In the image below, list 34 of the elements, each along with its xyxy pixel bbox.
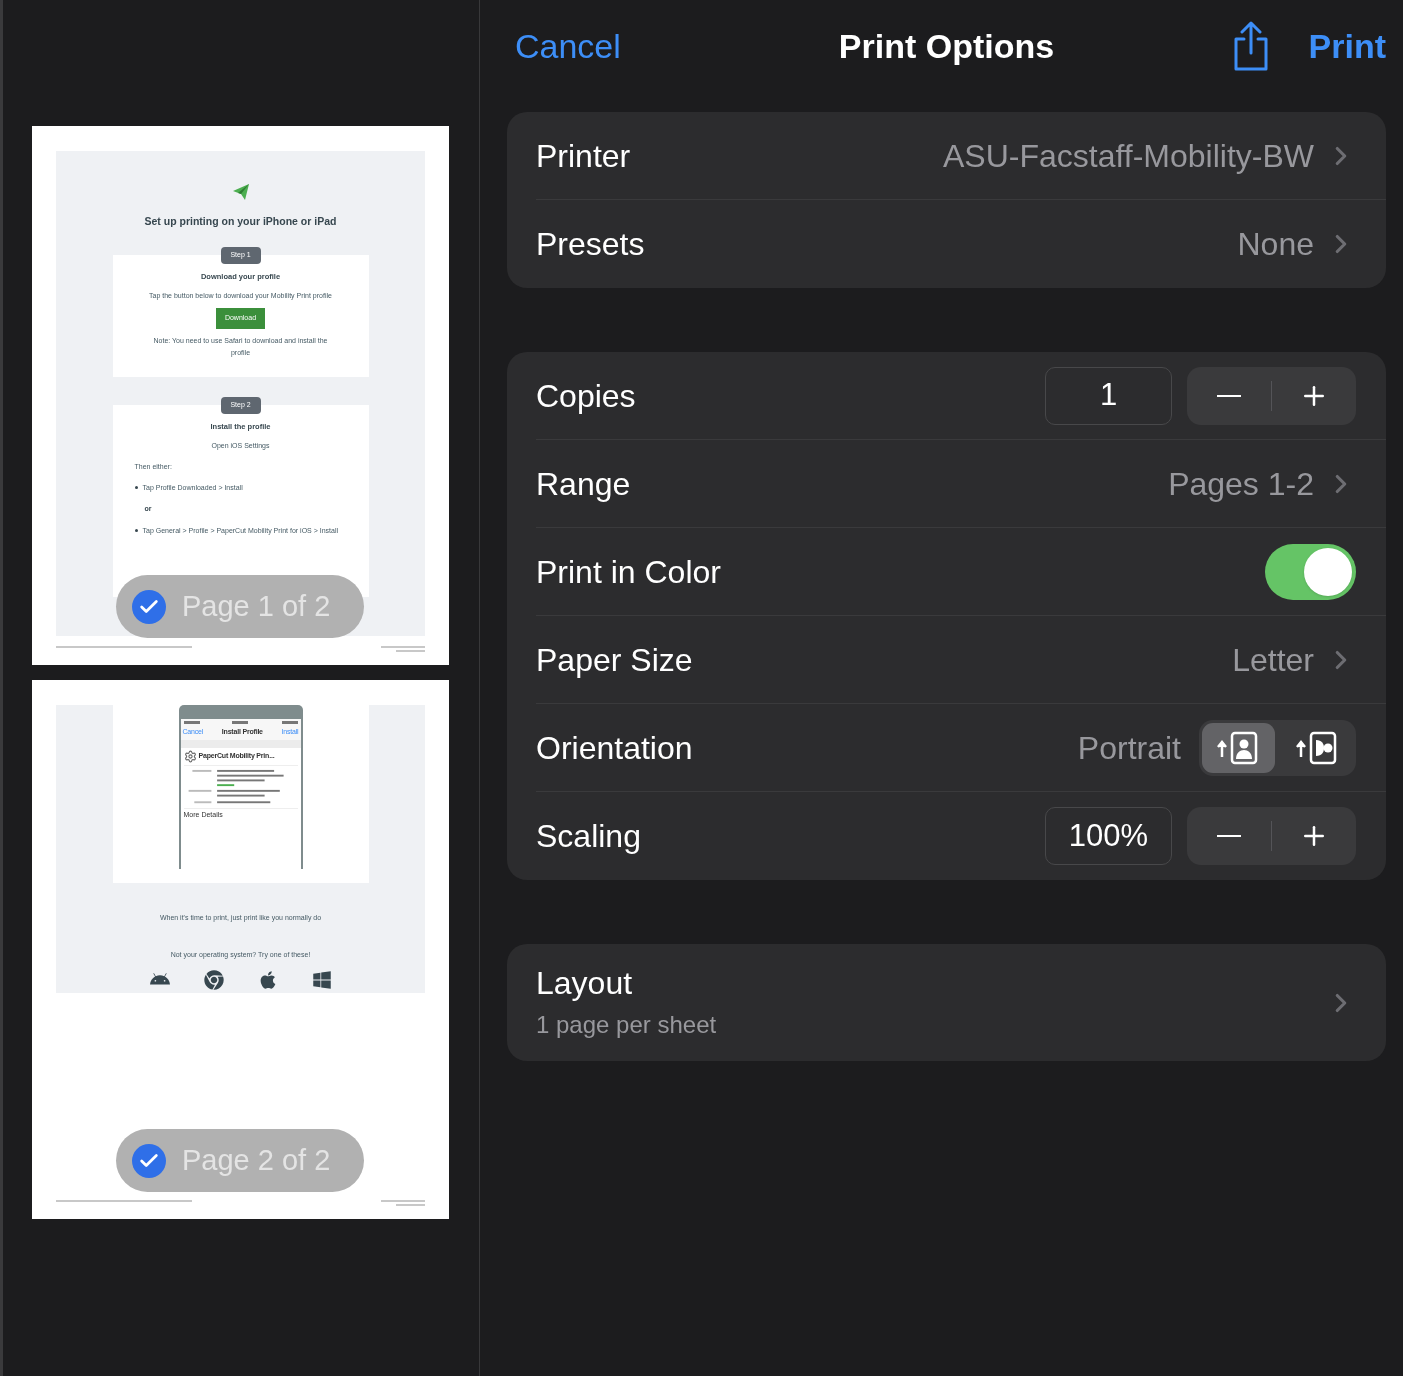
print-button[interactable]: Print: [1308, 20, 1386, 72]
page-preview[interactable]: [32, 126, 449, 665]
row-value: None: [1237, 225, 1314, 264]
row-label: Layout: [536, 963, 634, 1003]
row-value: Letter: [1232, 640, 1314, 680]
window-title: Print Options: [838, 25, 1055, 67]
row-subtitle: 1 page per sheet: [536, 1009, 718, 1040]
row-value: Portrait: [1077, 728, 1181, 768]
row-label: Paper Size: [536, 640, 694, 680]
minus-icon: [1217, 394, 1241, 397]
landscape-orientation-icon: [1295, 730, 1338, 765]
row-value: ASU-Facstaff-Mobility-BW: [943, 136, 1314, 176]
toggle-switch[interactable]: [1265, 543, 1356, 600]
document-title: Set up printing on your iPhone or iPad: [144, 214, 337, 229]
row-value: Pages 1-2: [1168, 464, 1314, 504]
orientation-segment[interactable]: [1202, 722, 1275, 773]
chrome-icon: [203, 970, 224, 990]
checkmark-icon[interactable]: [132, 589, 166, 624]
portrait-orientation-icon: [1217, 730, 1260, 765]
settings-row[interactable]: Layout 1 page per sheet: [507, 944, 1386, 1061]
value-field[interactable]: 1: [1045, 366, 1172, 425]
minus-icon: [1217, 835, 1241, 837]
row-label: Orientation: [536, 728, 694, 768]
row-label: Presets: [536, 225, 646, 264]
cancel-button[interactable]: Cancel: [515, 20, 621, 72]
checkmark-icon[interactable]: [132, 1143, 166, 1178]
row-label: Print in Color: [536, 552, 722, 592]
value-field[interactable]: 100%: [1045, 807, 1172, 865]
row-label: Printer: [536, 136, 632, 176]
gear-icon: [183, 749, 197, 763]
row-label: Scaling: [536, 817, 642, 856]
row-label: Copies: [536, 376, 637, 416]
windows-icon: [311, 970, 332, 990]
row-label: Range: [536, 464, 632, 504]
